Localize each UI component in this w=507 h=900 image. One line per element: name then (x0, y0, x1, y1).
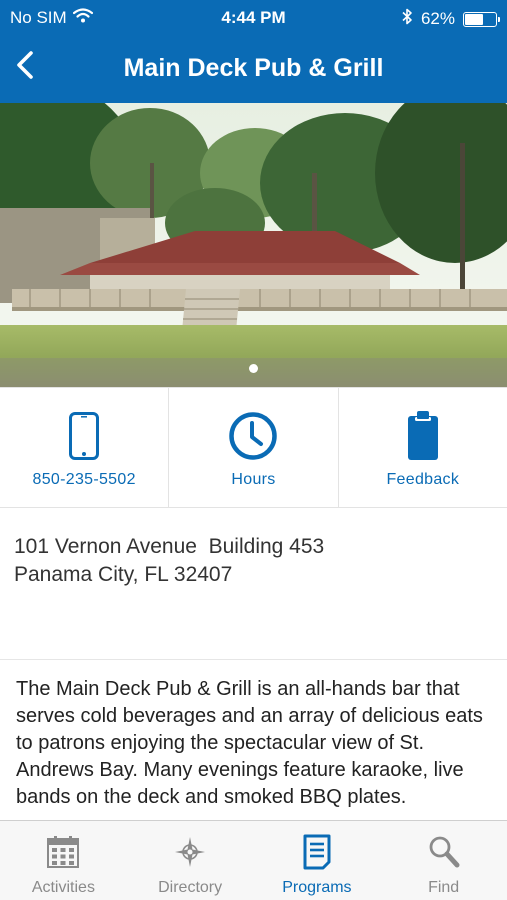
status-bar: No SIM 4:44 PM 62% (0, 0, 507, 36)
feedback-button[interactable]: Feedback (339, 388, 507, 507)
tab-activities[interactable]: Activities (0, 821, 127, 900)
bluetooth-icon (402, 8, 413, 30)
battery-percent: 62% (420, 9, 455, 28)
nav-bar: Main Deck Pub & Grill (0, 36, 507, 103)
battery-fill (465, 13, 483, 25)
tab-directory[interactable]: Directory (127, 821, 254, 900)
feedback-label: Feedback (386, 471, 460, 488)
clipboard-icon (407, 410, 439, 462)
back-button[interactable] (8, 50, 42, 84)
top-bar: No SIM 4:44 PM 62% Main Deck Pub & Grill (0, 0, 507, 103)
section-divider (0, 659, 507, 660)
hero-photo (0, 103, 507, 387)
hours-button[interactable]: Hours (169, 388, 339, 507)
call-button[interactable]: 850-235-5502 (0, 388, 170, 507)
tab-find[interactable]: Find (380, 821, 507, 900)
tab-label-directory: Directory (158, 879, 223, 896)
calendar-icon (46, 834, 80, 870)
phone-number-label: 850-235-5502 (32, 471, 136, 488)
tab-programs[interactable]: Programs (254, 821, 381, 900)
battery-icon (463, 11, 500, 27)
hero-image-carousel[interactable] (0, 103, 507, 387)
address-line-2: Panama City, FL 32407 (14, 563, 233, 586)
search-icon (428, 834, 460, 870)
tab-label-programs: Programs (282, 879, 352, 896)
status-right-group: 62% (402, 8, 500, 30)
compass-icon (173, 834, 207, 870)
description-text: The Main Deck Pub & Grill is an all-hand… (16, 678, 483, 808)
clock-icon (228, 410, 278, 462)
phone-icon (69, 410, 100, 462)
address-line-1: 101 Vernon Avenue Building 453 (14, 535, 325, 558)
carousel-page-indicator[interactable] (0, 364, 507, 373)
action-tiles: 850-235-5502 Hours Feedback (0, 387, 507, 508)
hours-label: Hours (231, 471, 276, 488)
tab-label-find: Find (428, 879, 460, 896)
screen: No SIM 4:44 PM 62% Main Deck Pub & Grill… (0, 0, 507, 900)
page-title: Main Deck Pub & Grill (123, 54, 384, 82)
document-icon (303, 834, 331, 870)
address-block[interactable]: 101 Vernon Avenue Building 453 Panama Ci… (14, 533, 324, 589)
carousel-dot-active (249, 364, 258, 373)
tab-label-activities: Activities (31, 879, 95, 896)
tab-bar: Activities Directory Programs Find (0, 820, 507, 900)
chevron-left-icon (15, 50, 35, 85)
